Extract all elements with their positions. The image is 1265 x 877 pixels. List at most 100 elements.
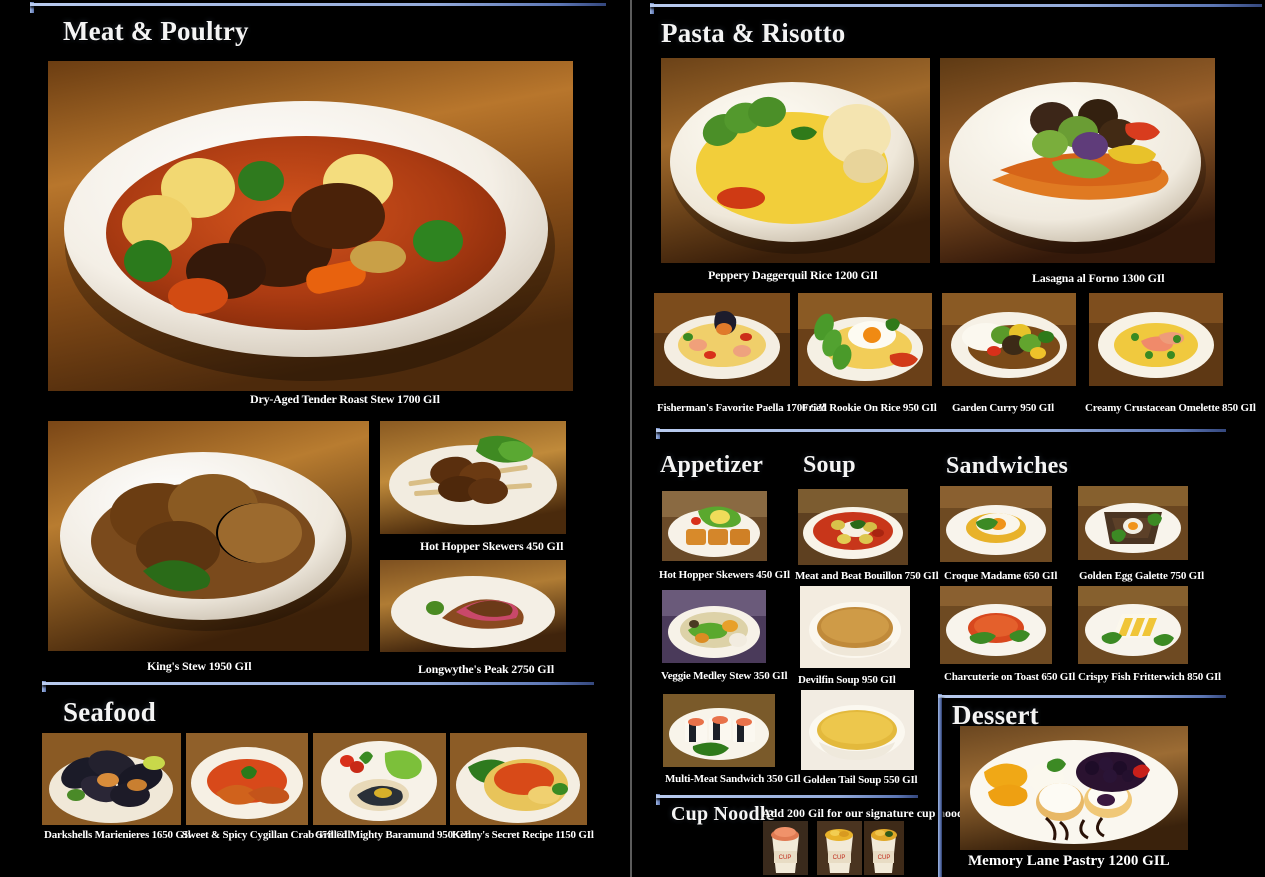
- photo-canvas: [940, 586, 1052, 664]
- rule-bar: [650, 4, 1262, 7]
- dish-photo-cup-noodle-3[interactable]: CUP: [864, 821, 904, 875]
- rule-stub: [656, 428, 660, 439]
- dish-photo-kennys-secret-recipe[interactable]: [450, 733, 587, 825]
- rule-bar: [30, 3, 606, 6]
- section-title-cup-noodle: Cup Noodle: [671, 803, 775, 825]
- rule-cup-noodle: [656, 794, 918, 805]
- rule-meat-poultry: [30, 2, 606, 13]
- dish-photo-crispy-fish-fritterwich[interactable]: [1078, 586, 1188, 664]
- dish-photo-devilfin-soup[interactable]: [800, 586, 910, 668]
- dish-photo-dry-aged-tender-roast-stew[interactable]: [48, 61, 573, 391]
- dish-photo-croque-madame[interactable]: [940, 486, 1052, 562]
- dish-photo-kings-stew[interactable]: [48, 421, 369, 651]
- caption-golden-egg-galette: Golden Egg Galette 750 GIl: [1079, 570, 1204, 582]
- caption-golden-tail-soup: Golden Tail Soup 550 GIl: [803, 774, 918, 786]
- panel-divider: [630, 0, 632, 877]
- svg-text:CUP: CUP: [833, 855, 846, 861]
- dish-photo-darkshells-marienieres[interactable]: [42, 733, 181, 825]
- section-title-appetizer: Appetizer: [660, 452, 764, 478]
- caption-devilfin-soup: Devilfin Soup 950 GIl: [798, 674, 896, 686]
- caption-charcuterie-on-toast: Charcuterie on Toast 650 GIl: [944, 671, 1076, 683]
- photo-canvas: [663, 694, 775, 767]
- caption-memory-lane-pastry: Memory Lane Pastry 1200 GIL: [968, 853, 1170, 869]
- dish-photo-golden-tail-soup[interactable]: [801, 690, 914, 770]
- caption-hot-hopper-skewers-meat: Hot Hopper Skewers 450 GIl: [420, 539, 564, 553]
- caption-veggie-medley-stew: Veggie Medley Stew 350 GIl: [661, 670, 788, 682]
- dish-photo-multi-meat-sandwich[interactable]: [663, 694, 775, 767]
- svg-text:CUP: CUP: [779, 855, 792, 861]
- photo-canvas: [313, 733, 446, 825]
- rule-stub: [650, 3, 654, 14]
- photo-canvas: [940, 486, 1052, 562]
- dish-photo-meat-and-beat-bouillon[interactable]: [798, 489, 908, 565]
- caption-meat-and-beat-bouillon: Meat and Beat Bouillon 750 GIl: [795, 570, 939, 582]
- photo-canvas: CUP: [864, 821, 904, 875]
- photo-canvas: [960, 726, 1188, 850]
- photo-canvas: [798, 489, 908, 565]
- rule-bar: [656, 795, 918, 798]
- photo-canvas: [186, 733, 308, 825]
- dish-photo-garden-curry[interactable]: [942, 293, 1076, 386]
- photo-canvas: [380, 560, 566, 652]
- rule-stub: [656, 794, 660, 805]
- rule-dessert-left: [938, 698, 942, 877]
- dish-photo-cup-noodle-2[interactable]: CUP: [817, 821, 862, 875]
- dish-photo-hot-hopper-skewers-appetizer[interactable]: [662, 491, 767, 561]
- photo-canvas: CUP: [763, 821, 808, 875]
- section-title-soup: Soup: [803, 452, 856, 478]
- dish-photo-golden-egg-galette[interactable]: [1078, 486, 1188, 560]
- dish-photo-creamy-crustacean-omelette[interactable]: [1089, 293, 1223, 386]
- photo-canvas: [1089, 293, 1223, 386]
- photo-canvas: [1078, 586, 1188, 664]
- photo-canvas: [48, 421, 369, 651]
- caption-darkshells-marienieres: Darkshells Marienieres 1650 GIl: [44, 829, 191, 841]
- photo-canvas: [380, 421, 566, 534]
- dish-photo-memory-lane-pastry[interactable]: [960, 726, 1188, 850]
- caption-longwythes-peak: Longwythe's Peak 2750 GIl: [418, 662, 555, 676]
- caption-lasagna-al-forno: Lasagna al Forno 1300 GIl: [1032, 271, 1165, 285]
- photo-canvas: [661, 58, 930, 263]
- caption-fried-rookie-on-rice: Fried Rookie On Rice 950 GIl: [802, 402, 937, 414]
- menu-page: Meat & Poultry Dry-Aged Tender Roast Ste…: [0, 0, 1265, 877]
- photo-canvas: [48, 61, 573, 391]
- photo-canvas: [662, 491, 767, 561]
- caption-fishermans-favorite-paella: Fisherman's Favorite Paella 1700 GIl: [657, 402, 826, 414]
- dish-photo-fishermans-favorite-paella[interactable]: [654, 293, 790, 386]
- rule-bar: [938, 695, 1226, 698]
- dish-photo-grilled-mighty-baramund[interactable]: [313, 733, 446, 825]
- photo-canvas: [1078, 486, 1188, 560]
- dish-photo-charcuterie-on-toast[interactable]: [940, 586, 1052, 664]
- caption-croque-madame: Croque Madame 650 GIl: [944, 570, 1058, 582]
- rule-bar: [656, 429, 1226, 432]
- photo-canvas: [654, 293, 790, 386]
- dish-photo-peppery-daggerquil-rice[interactable]: [661, 58, 930, 263]
- caption-kennys-secret-recipe: Kenny's Secret Recipe 1150 GIl: [452, 829, 594, 841]
- caption-creamy-crustacean-omelette: Creamy Crustacean Omelette 850 GIl: [1085, 402, 1256, 414]
- rule-pasta-risotto: [650, 3, 1262, 14]
- caption-garden-curry: Garden Curry 950 GIl: [952, 402, 1055, 414]
- photo-canvas: [662, 590, 766, 663]
- dish-photo-hot-hopper-skewers[interactable]: [380, 421, 566, 534]
- section-title-pasta-risotto: Pasta & Risotto: [661, 18, 846, 48]
- rule-stub: [42, 681, 46, 692]
- dish-photo-fried-rookie-on-rice[interactable]: [798, 293, 932, 386]
- photo-canvas: [798, 293, 932, 386]
- cup-noodle-note: Add 200 Gil for our signature cup noodle…: [762, 806, 977, 820]
- caption-peppery-daggerquil-rice: Peppery Daggerquil Rice 1200 GIl: [708, 268, 878, 282]
- photo-canvas: [42, 733, 181, 825]
- photo-canvas: [450, 733, 587, 825]
- section-title-seafood: Seafood: [63, 697, 156, 727]
- svg-text:CUP: CUP: [878, 855, 891, 861]
- dish-photo-veggie-medley-stew[interactable]: [662, 590, 766, 663]
- caption-grilled-mighty-baramund: Grilled Mighty Baramund 950 GIl: [315, 829, 471, 841]
- dish-photo-lasagna-al-forno[interactable]: [940, 58, 1215, 263]
- dish-photo-cup-noodle-1[interactable]: CUP: [763, 821, 808, 875]
- dish-photo-sweet-spicy-cygillan-crab[interactable]: [186, 733, 308, 825]
- caption-hot-hopper-skewers-appetizer: Hot Hopper Skewers 450 GIl: [659, 569, 790, 581]
- caption-crispy-fish-fritterwich: Crispy Fish Fritterwich 850 GIl: [1078, 671, 1221, 683]
- caption-dry-aged-tender-roast-stew: Dry-Aged Tender Roast Stew 1700 GIl: [250, 392, 440, 406]
- dish-photo-longwythes-peak[interactable]: [380, 560, 566, 652]
- photo-canvas: [800, 586, 910, 668]
- photo-canvas: [940, 58, 1215, 263]
- rule-seafood: [42, 681, 594, 692]
